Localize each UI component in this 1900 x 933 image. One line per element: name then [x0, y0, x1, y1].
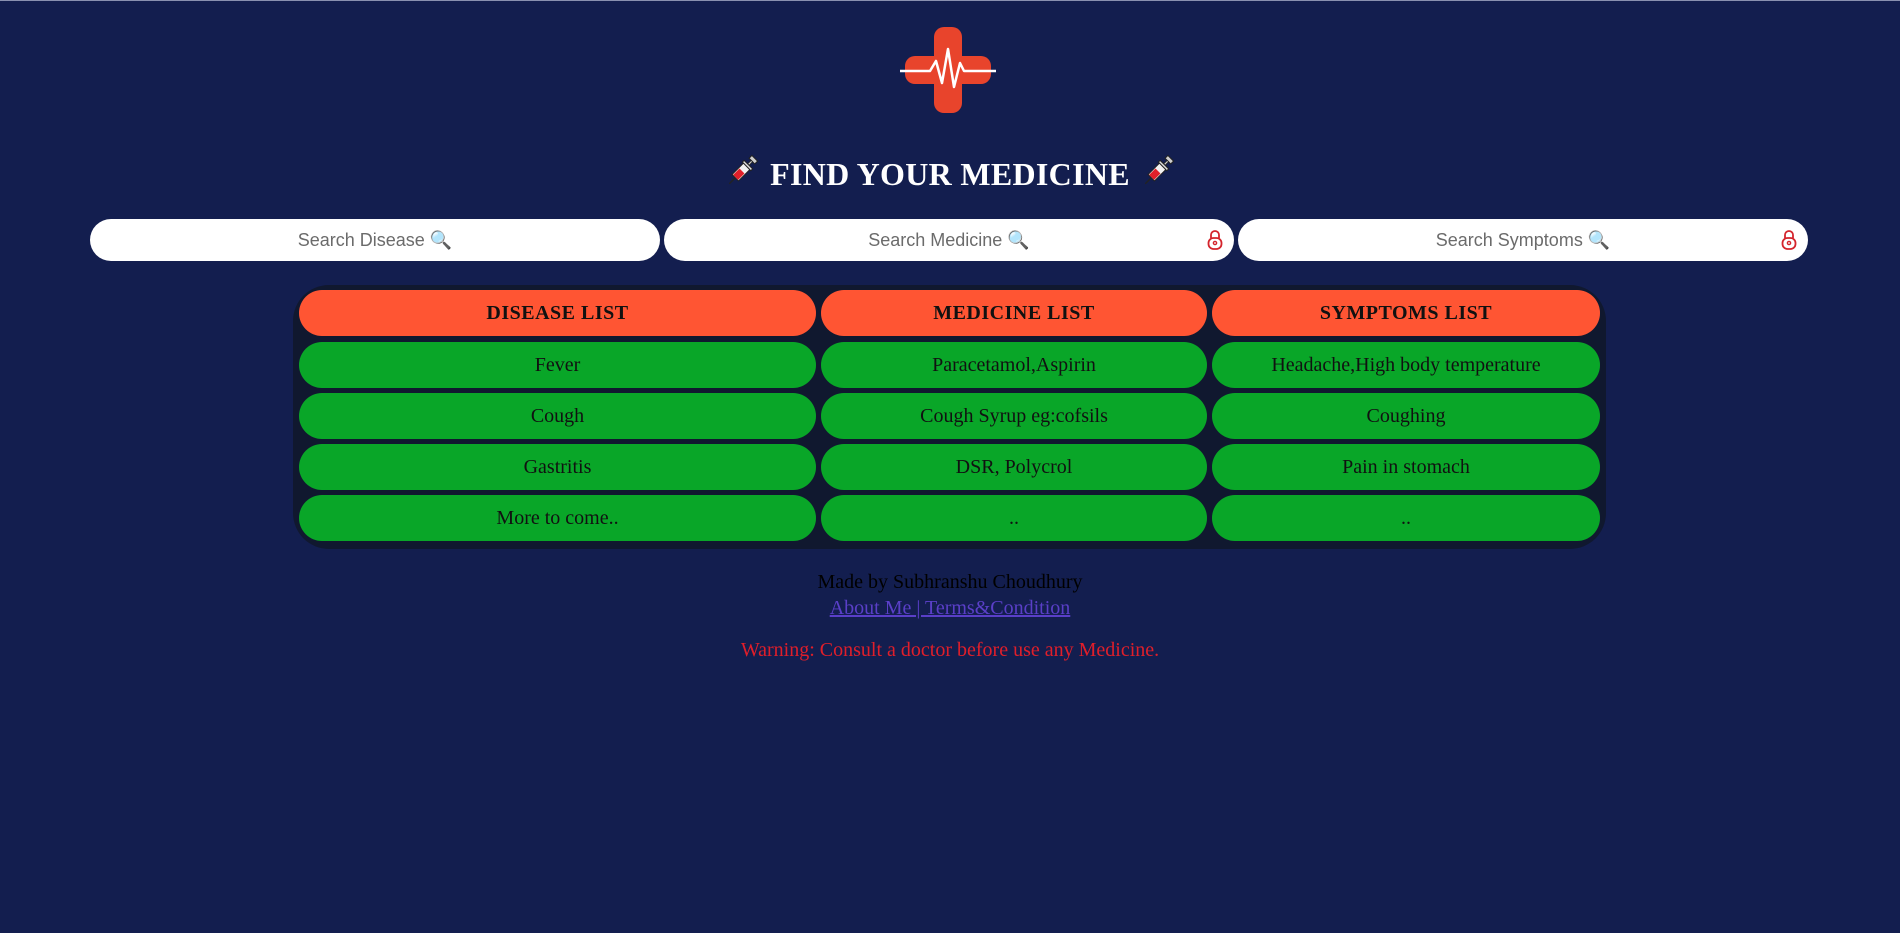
table-cell-symptoms: .. — [1212, 495, 1600, 541]
table-cell-disease: More to come.. — [299, 495, 816, 541]
made-by-text: Made by Subhranshu Choudhury — [817, 571, 1083, 593]
table-cell-disease: Fever — [299, 342, 816, 388]
table-cell-symptoms: Pain in stomach — [1212, 444, 1600, 490]
page-title: FIND YOUR MEDICINE — [0, 151, 1900, 197]
header-symptoms-list: SYMPTOMS LIST — [1212, 290, 1600, 336]
table-cell-medicine: DSR, Polycrol — [821, 444, 1207, 490]
password-manager-lock-icon[interactable] — [1206, 229, 1224, 251]
table-cell-medicine: .. — [821, 495, 1207, 541]
header-disease-list: DISEASE LIST — [299, 290, 816, 336]
syringe-icon — [728, 154, 759, 185]
title-text: FIND YOUR MEDICINE — [770, 156, 1130, 192]
table-cell-medicine: Paracetamol,Aspirin — [821, 342, 1207, 388]
search-symptoms-box — [1238, 219, 1808, 261]
search-bar-row — [90, 219, 1808, 261]
search-medicine-box — [664, 219, 1234, 261]
search-disease-box — [90, 219, 660, 261]
warning-text: Warning: Consult a doctor before use any… — [740, 639, 1160, 661]
table-cell-symptoms: Headache,High body temperature — [1212, 342, 1600, 388]
password-manager-lock-icon[interactable] — [1780, 229, 1798, 251]
table-cell-medicine: Cough Syrup eg:cofsils — [821, 393, 1207, 439]
search-medicine-input[interactable] — [664, 219, 1234, 261]
medicine-table: DISEASE LIST MEDICINE LIST SYMPTOMS LIST… — [293, 285, 1606, 549]
medical-cross-heartbeat-icon — [900, 27, 996, 113]
syringe-icon — [1144, 154, 1175, 185]
table-cell-symptoms: Coughing — [1212, 393, 1600, 439]
table-cell-disease: Gastritis — [299, 444, 816, 490]
search-symptoms-input[interactable] — [1238, 219, 1808, 261]
header-medicine-list: MEDICINE LIST — [821, 290, 1207, 336]
table-cell-disease: Cough — [299, 393, 816, 439]
footer: Made by Subhranshu Choudhury About Me | … — [0, 569, 1900, 621]
search-disease-input[interactable] — [90, 219, 660, 261]
about-terms-link[interactable]: About Me | Terms&Condition — [830, 597, 1071, 619]
